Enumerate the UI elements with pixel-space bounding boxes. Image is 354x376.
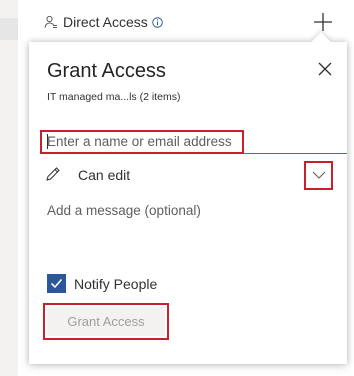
permission-dropdown-button[interactable] [305,162,333,188]
permission-label: Can edit [78,167,131,183]
close-icon[interactable] [316,60,334,78]
background-left-strip [0,0,18,376]
dialog-subtitle: IT managed ma...ls (2 items) [47,91,181,103]
permission-dropdown[interactable]: Can edit [45,162,333,188]
name-email-input[interactable] [45,130,347,154]
message-input[interactable] [47,203,327,225]
grant-access-button[interactable]: Grant Access [47,307,165,336]
person-icon [44,15,57,28]
notify-checkbox[interactable] [47,274,66,293]
dialog-beak-cover [308,42,334,52]
info-icon[interactable] [152,16,163,28]
text-caret [47,134,48,149]
background-row-band [0,18,18,40]
direct-access-label: Direct Access [63,14,148,30]
checkmark-icon [50,278,63,289]
notify-label: Notify People [74,275,158,292]
direct-access-header[interactable]: Direct Access [44,12,163,32]
plus-icon[interactable] [312,11,334,33]
pencil-icon [46,167,60,181]
chevron-down-icon [312,171,326,179]
notify-people-option[interactable]: Notify People [47,274,157,293]
dialog-title: Grant Access [47,60,166,82]
